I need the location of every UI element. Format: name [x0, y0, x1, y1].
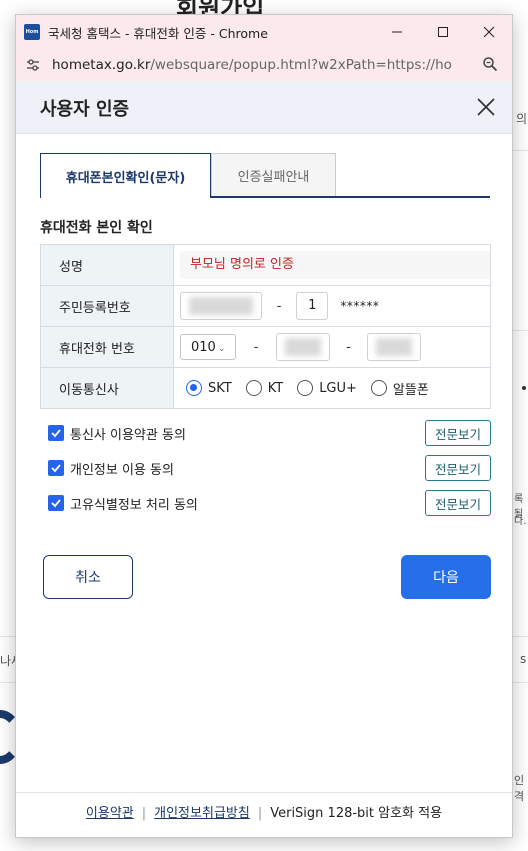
checkbox-checked-icon[interactable]	[48, 425, 64, 441]
background-text-fragment: s	[520, 652, 527, 666]
agreement-label[interactable]: 개인정보 이용 동의	[70, 459, 174, 478]
window-controls	[374, 15, 512, 49]
carrier-label: 이동통신사	[40, 367, 174, 409]
carrier-label-kt: KT	[267, 380, 284, 396]
carrier-label-mvno: 알뜰폰	[392, 382, 429, 398]
phone-prefix-value: 010	[191, 340, 216, 355]
carrier-option-mvno[interactable]: 알뜰폰	[370, 379, 429, 398]
url-host: hometax.go.kr	[52, 57, 151, 73]
auth-tabs: 휴대폰본인확인(문자) 인증실패안내	[40, 153, 490, 198]
zoom-icon[interactable]	[482, 56, 498, 76]
rrn-back-first-input[interactable]: 1	[296, 292, 329, 320]
footer-separator: |	[257, 806, 263, 821]
popup-title: 사용자 인증	[40, 99, 130, 120]
cancel-button[interactable]: 취소	[43, 555, 133, 599]
phone-prefix-select[interactable]: 010 ⌄	[180, 334, 236, 360]
privacy-policy-link[interactable]: 개인정보취급방침	[154, 806, 250, 821]
footer-divider	[16, 792, 512, 793]
carrier-option-lgu[interactable]: LGU+	[297, 380, 357, 396]
phone-dash: -	[346, 339, 351, 355]
radio-icon[interactable]	[297, 380, 314, 396]
checkbox-checked-icon[interactable]	[48, 495, 64, 511]
name-label: 성명	[40, 244, 174, 286]
phone-cell: 010 ⌄ - -	[173, 326, 491, 368]
background-text-fragment: 인격	[514, 774, 525, 803]
carrier-option-kt[interactable]: KT	[245, 380, 284, 396]
site-settings-icon[interactable]	[24, 56, 42, 74]
form-row-carrier: 이동통신사 SKT KT LGU+ 알뜰폰	[40, 367, 491, 409]
phone-label: 휴대전화 번호	[40, 326, 174, 368]
url-path: /websquare/popup.html?w2xPath=https://ho…	[150, 57, 452, 73]
address-bar[interactable]: hometax.go.kr/websquare/popup.html?w2xPa…	[16, 49, 512, 82]
agreement-row-carrier-terms: 통신사 이용약관 동의 전문보기	[48, 420, 491, 446]
agreement-label[interactable]: 통신사 이용약관 동의	[70, 424, 186, 443]
background-text-fragment: 다.	[514, 516, 527, 527]
background-bullet	[522, 386, 526, 390]
window-titlebar[interactable]: Hom 국세청 홈택스 - 휴대전화 인증 - Chrome	[16, 15, 512, 49]
rrn-mask: ******	[340, 299, 380, 313]
popup-close-icon[interactable]	[474, 95, 498, 119]
tab-phone-verification[interactable]: 휴대폰본인확인(문자)	[40, 153, 211, 198]
carrier-label-skt: SKT	[208, 380, 232, 396]
checkbox-checked-icon[interactable]	[48, 460, 64, 476]
view-full-text-button[interactable]: 전문보기	[425, 420, 491, 446]
chrome-popup-window: Hom 국세청 홈택스 - 휴대전화 인증 - Chrome hometax.g…	[15, 14, 513, 838]
carrier-option-skt[interactable]: SKT	[186, 380, 232, 396]
rrn-dash: -	[276, 298, 282, 314]
view-full-text-button[interactable]: 전문보기	[425, 455, 491, 481]
name-cell: 부모님 명의로 인증	[173, 244, 491, 286]
name-field[interactable]: 부모님 명의로 인증	[180, 251, 490, 279]
section-title: 휴대전화 본인 확인	[40, 220, 153, 236]
close-icon[interactable]	[466, 15, 512, 49]
radio-icon[interactable]	[370, 380, 387, 396]
maximize-icon[interactable]	[420, 15, 466, 49]
form-row-name: 성명 부모님 명의로 인증	[40, 244, 491, 286]
url-text[interactable]: hometax.go.kr/websquare/popup.html?w2xPa…	[52, 57, 452, 73]
window-title: 국세청 홈택스 - 휴대전화 인증 - Chrome	[48, 25, 268, 41]
agreement-label[interactable]: 고유식별정보 처리 동의	[70, 494, 198, 513]
footer-separator: |	[141, 806, 147, 821]
next-button[interactable]: 다음	[401, 555, 491, 599]
rrn-label: 주민등록번호	[40, 285, 174, 327]
popup-footer: 이용약관 | 개인정보취급방침 | VeriSign 128-bit 암호화 적용	[16, 802, 512, 821]
phone-middle-input[interactable]	[276, 333, 331, 361]
carrier-cell: SKT KT LGU+ 알뜰폰	[173, 367, 491, 409]
hometax-favicon-icon: Hom	[24, 24, 40, 40]
verification-form-table: 성명 부모님 명의로 인증 주민등록번호 - 1 ****** 휴대전화 번호 …	[40, 244, 491, 409]
carrier-label-lgu: LGU+	[319, 380, 357, 396]
phone-dash: -	[253, 339, 259, 355]
radio-selected-icon[interactable]	[186, 380, 202, 396]
carrier-radio-group: SKT KT LGU+ 알뜰폰	[180, 368, 490, 408]
radio-icon[interactable]	[245, 380, 262, 396]
form-row-rrn: 주민등록번호 - 1 ******	[40, 285, 491, 327]
tab-auth-failure-guide[interactable]: 인증실패안내	[211, 153, 336, 196]
security-note: VeriSign 128-bit 암호화 적용	[270, 806, 443, 821]
minimize-icon[interactable]	[374, 15, 420, 49]
agreement-row-unique-id: 고유식별정보 처리 동의 전문보기	[48, 490, 491, 516]
view-full-text-button[interactable]: 전문보기	[425, 490, 491, 516]
form-row-phone: 휴대전화 번호 010 ⌄ - -	[40, 326, 491, 368]
background-divider	[513, 150, 528, 151]
rrn-cell: - 1 ******	[173, 285, 491, 327]
phone-last-input[interactable]	[366, 333, 421, 361]
background-divider	[513, 330, 528, 331]
terms-link[interactable]: 이용약관	[86, 806, 134, 821]
agreement-row-privacy: 개인정보 이용 동의 전문보기	[48, 455, 491, 481]
chevron-down-icon: ⌄	[217, 344, 226, 354]
rrn-front-input[interactable]	[180, 292, 262, 320]
popup-header: 사용자 인증	[16, 81, 512, 134]
background-text-fragment: 의	[516, 112, 528, 126]
